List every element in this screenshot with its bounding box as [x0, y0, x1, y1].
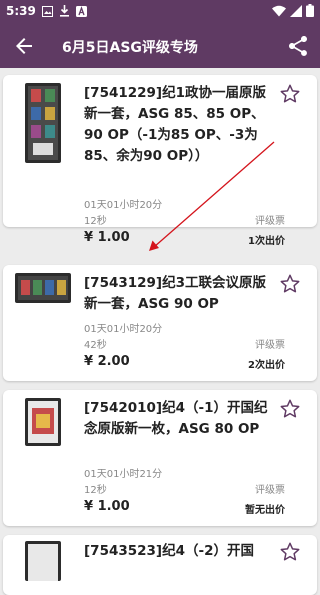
share-icon[interactable]: [286, 34, 310, 58]
page-title: 6月5日ASG评级专场: [62, 40, 198, 56]
countdown-line1: 01天01小时21分: [84, 469, 163, 480]
countdown-line2: 12秒: [84, 485, 107, 496]
favorite-star-icon[interactable]: [279, 541, 301, 563]
current-price: ¥ 1.00: [84, 499, 130, 514]
bid-status: 2次出价: [248, 360, 285, 371]
stamp-thumbnail: [15, 273, 71, 303]
lot-title[interactable]: [7543523]纪4（-2）开国: [84, 541, 269, 562]
lot-card[interactable]: [7543523]纪4（-2）开国: [3, 535, 317, 595]
stamp-thumbnail: [25, 541, 61, 581]
bid-status: 1次出价: [248, 236, 285, 247]
favorite-star-icon[interactable]: [279, 398, 301, 420]
countdown-line1: 01天01小时20分: [84, 200, 163, 211]
a-icon: [75, 5, 87, 17]
favorite-star-icon[interactable]: [279, 273, 301, 295]
countdown-line2: 42秒: [84, 340, 107, 351]
wifi-icon: [272, 5, 286, 16]
arrow-back-icon[interactable]: [12, 34, 36, 58]
favorite-star-icon[interactable]: [279, 83, 301, 105]
lot-card[interactable]: [7541229]纪1政协一届原版新一套，ASG 85、85 OP、90 OP（…: [3, 75, 317, 247]
lot-card[interactable]: [7543129]纪3工联会议原版新一套，ASG 90 OP 01天01小时20…: [3, 265, 317, 381]
current-price: ¥ 2.00: [84, 354, 130, 369]
lot-title[interactable]: [7541229]纪1政协一届原版新一套，ASG 85、85 OP、90 OP（…: [84, 83, 269, 167]
bid-status: 暂无出价: [245, 505, 285, 516]
grade-label: 评级票: [255, 216, 285, 227]
lot-card[interactable]: [7542010]纪4（-1）开国纪念原版新一枚，ASG 80 OP 01天01…: [3, 390, 317, 526]
stamp-thumbnail: [25, 398, 61, 446]
grade-label: 评级票: [255, 340, 285, 351]
current-price: ¥ 1.00: [84, 230, 130, 245]
image-icon: [41, 5, 53, 17]
status-time: 5:39: [6, 4, 36, 18]
stamp-thumbnail: [25, 83, 61, 163]
countdown-line2: 12秒: [84, 216, 107, 227]
cellular-icon: [290, 4, 302, 17]
lot-title[interactable]: [7542010]纪4（-1）开国纪念原版新一枚，ASG 80 OP: [84, 398, 269, 440]
grade-label: 评级票: [255, 485, 285, 496]
countdown-line1: 01天01小时20分: [84, 324, 163, 335]
download-icon: [59, 5, 69, 17]
status-bar: 5:39: [0, 0, 320, 24]
lot-title[interactable]: [7543129]纪3工联会议原版新一套，ASG 90 OP: [84, 273, 269, 315]
battery-icon: [306, 4, 314, 17]
app-bar: 6月5日ASG评级专场: [0, 24, 320, 68]
